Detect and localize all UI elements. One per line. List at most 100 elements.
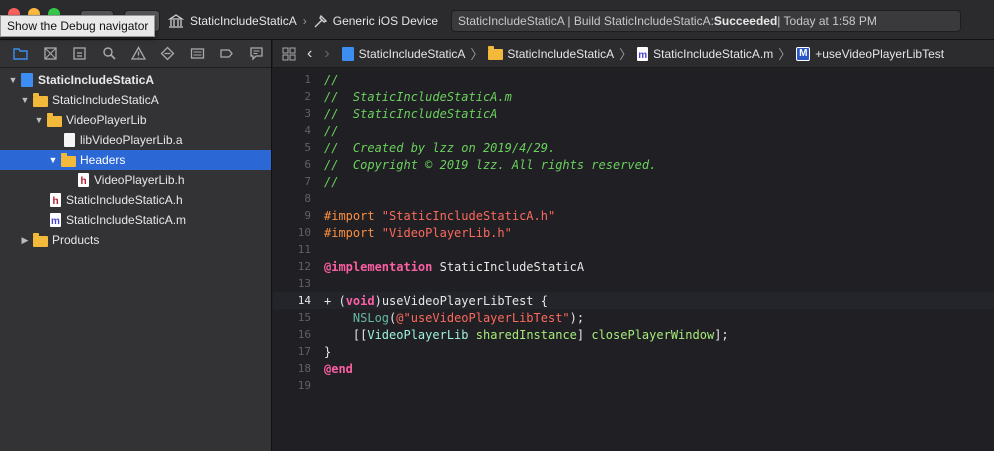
- tree-item-project[interactable]: ▼ StaticIncludeStaticA: [0, 70, 271, 90]
- code-text[interactable]: #import "VideoPlayerLib.h": [324, 226, 512, 240]
- tree-item-products[interactable]: ▶ Products: [0, 230, 271, 250]
- code-text[interactable]: NSLog(@"useVideoPlayerLibTest");: [324, 311, 584, 325]
- tree-item-header-file[interactable]: h StaticIncludeStaticA.h: [0, 190, 271, 210]
- line-number: 19: [297, 379, 311, 392]
- line-number: 5: [304, 141, 311, 154]
- code-line[interactable]: 6 // Copyright © 2019 lzz. All rights res…: [273, 156, 994, 173]
- code-text[interactable]: //: [324, 175, 338, 189]
- project-icon: [21, 73, 33, 87]
- line-number: 6: [304, 158, 311, 171]
- debug-icon[interactable]: [183, 42, 212, 66]
- code-text[interactable]: // Copyright © 2019 lzz. All rights rese…: [324, 158, 656, 172]
- project-icon: [341, 46, 354, 61]
- disclosure-open-icon[interactable]: ▼: [8, 75, 18, 85]
- code-text[interactable]: #import "StaticIncludeStaticA.h": [324, 209, 555, 223]
- code-line[interactable]: 11: [273, 241, 994, 258]
- code-line[interactable]: 7 //: [273, 173, 994, 190]
- tree-item-label: StaticIncludeStaticA: [52, 93, 159, 107]
- source-editor[interactable]: 1 // 2 // StaticIncludeStaticA.m 3 // StaticI…: [273, 68, 994, 451]
- folder-icon[interactable]: [6, 42, 35, 66]
- code-text[interactable]: // StaticIncludeStaticA: [324, 107, 497, 121]
- code-line[interactable]: 4 //: [273, 122, 994, 139]
- tree-item-label: VideoPlayerLib.h: [94, 173, 185, 187]
- chevron-right-icon: ›: [302, 14, 307, 28]
- scheme-icon: [168, 14, 184, 28]
- code-line[interactable]: 3 // StaticIncludeStaticA: [273, 105, 994, 122]
- code-line[interactable]: 16 [[VideoPlayerLib sharedInstance] clos…: [273, 326, 994, 343]
- code-text[interactable]: // StaticIncludeStaticA.m: [324, 90, 512, 104]
- status-prefix: StaticIncludeStaticA | Build StaticInclu…: [458, 14, 714, 28]
- forward-button[interactable]: ›: [324, 45, 329, 63]
- code-text[interactable]: @implementation StaticIncludeStaticA: [324, 260, 584, 274]
- code-line[interactable]: 19: [273, 377, 994, 394]
- breadcrumb-label: StaticIncludeStaticA: [358, 46, 466, 61]
- disclosure-open-icon[interactable]: ▼: [20, 95, 30, 105]
- code-line[interactable]: 9 #import "StaticIncludeStaticA.h": [273, 207, 994, 224]
- code-line[interactable]: 8: [273, 190, 994, 207]
- hammer-icon: [313, 14, 329, 28]
- toolbar: StaticIncludeStaticA › Generic iOS Devic…: [0, 0, 994, 40]
- tree-item-headers[interactable]: ▼ Headers: [0, 150, 271, 170]
- method-icon: M: [796, 46, 811, 61]
- tree-item-label: VideoPlayerLib: [66, 113, 147, 127]
- find-icon[interactable]: [94, 42, 123, 66]
- code-text[interactable]: [[VideoPlayerLib sharedInstance] closePl…: [324, 328, 729, 342]
- symbol-icon[interactable]: [65, 42, 94, 66]
- tree-item-impl-file[interactable]: m StaticIncludeStaticA.m: [0, 210, 271, 230]
- library-file-icon: [64, 133, 75, 147]
- code-line[interactable]: 12 @implementation StaticIncludeStaticA: [273, 258, 994, 275]
- test-icon[interactable]: [153, 42, 182, 66]
- issue-icon[interactable]: [124, 42, 153, 66]
- tree-item-videoplayerlib[interactable]: ▼ VideoPlayerLib: [0, 110, 271, 130]
- breadcrumb-group[interactable]: StaticIncludeStaticA: [488, 46, 615, 61]
- tree-item-label: libVideoPlayerLib.a: [80, 133, 183, 147]
- code-line[interactable]: 14 + (void)useVideoPlayerLibTest {: [273, 292, 994, 309]
- tree-item-label: StaticIncludeStaticA: [38, 73, 155, 87]
- implementation-file-icon: m: [637, 46, 649, 61]
- line-number: 12: [297, 260, 311, 273]
- back-button[interactable]: ‹: [307, 45, 312, 63]
- code-line[interactable]: 1 //: [273, 71, 994, 88]
- code-line[interactable]: 5 // Created by lzz on 2019/4/29.: [273, 139, 994, 156]
- code-text[interactable]: //: [324, 124, 338, 138]
- disclosure-closed-icon[interactable]: ▶: [20, 235, 30, 245]
- source-control-icon[interactable]: [35, 42, 64, 66]
- breakpoint-icon[interactable]: [212, 42, 241, 66]
- code-text[interactable]: @end: [324, 362, 353, 376]
- status-result: Succeeded: [713, 14, 778, 28]
- code-text[interactable]: //: [324, 73, 338, 87]
- tree-item-group[interactable]: ▼ StaticIncludeStaticA: [0, 90, 271, 110]
- jump-bar: ‹ › StaticIncludeStaticA 〉 StaticInclude…: [273, 40, 994, 68]
- tree-item-label: StaticIncludeStaticA.h: [66, 193, 183, 207]
- disclosure-open-icon[interactable]: ▼: [48, 155, 58, 165]
- status-time: | Today at 1:58 PM: [777, 14, 877, 28]
- tree-item-library[interactable]: libVideoPlayerLib.a: [0, 130, 271, 150]
- code-text[interactable]: + (void)useVideoPlayerLibTest {: [324, 294, 548, 308]
- code-line[interactable]: 13: [273, 275, 994, 292]
- line-number: 10: [297, 226, 311, 239]
- code-line[interactable]: 2 // StaticIncludeStaticA.m: [273, 88, 994, 105]
- scheme-label: StaticIncludeStaticA: [190, 14, 297, 28]
- code-line[interactable]: 10 #import "VideoPlayerLib.h": [273, 224, 994, 241]
- related-items-icon[interactable]: [281, 46, 297, 62]
- code-line[interactable]: 18 @end: [273, 360, 994, 377]
- line-number: 11: [297, 243, 311, 256]
- folder-icon: [488, 46, 504, 60]
- breadcrumb-method[interactable]: M +useVideoPlayerLibTest: [796, 46, 944, 61]
- report-icon[interactable]: [242, 42, 271, 66]
- line-number: 13: [297, 277, 311, 290]
- breadcrumb-label: StaticIncludeStaticA: [507, 46, 615, 61]
- chevron-right-icon: 〉: [470, 47, 484, 62]
- breadcrumb-file[interactable]: m StaticIncludeStaticA.m: [637, 46, 773, 61]
- code-text[interactable]: }: [324, 345, 331, 359]
- code-line[interactable]: 15 NSLog(@"useVideoPlayerLibTest");: [273, 309, 994, 326]
- scheme-selector[interactable]: StaticIncludeStaticA › Generic iOS Devic…: [168, 10, 438, 32]
- line-number: 7: [304, 175, 311, 188]
- folder-icon: [33, 232, 48, 247]
- tree-item-header-file[interactable]: h VideoPlayerLib.h: [0, 170, 271, 190]
- line-number: 17: [297, 345, 311, 358]
- disclosure-open-icon[interactable]: ▼: [34, 115, 44, 125]
- breadcrumb-project[interactable]: StaticIncludeStaticA: [341, 46, 466, 61]
- code-text[interactable]: // Created by lzz on 2019/4/29.: [324, 141, 555, 155]
- code-line[interactable]: 17}: [273, 343, 994, 360]
